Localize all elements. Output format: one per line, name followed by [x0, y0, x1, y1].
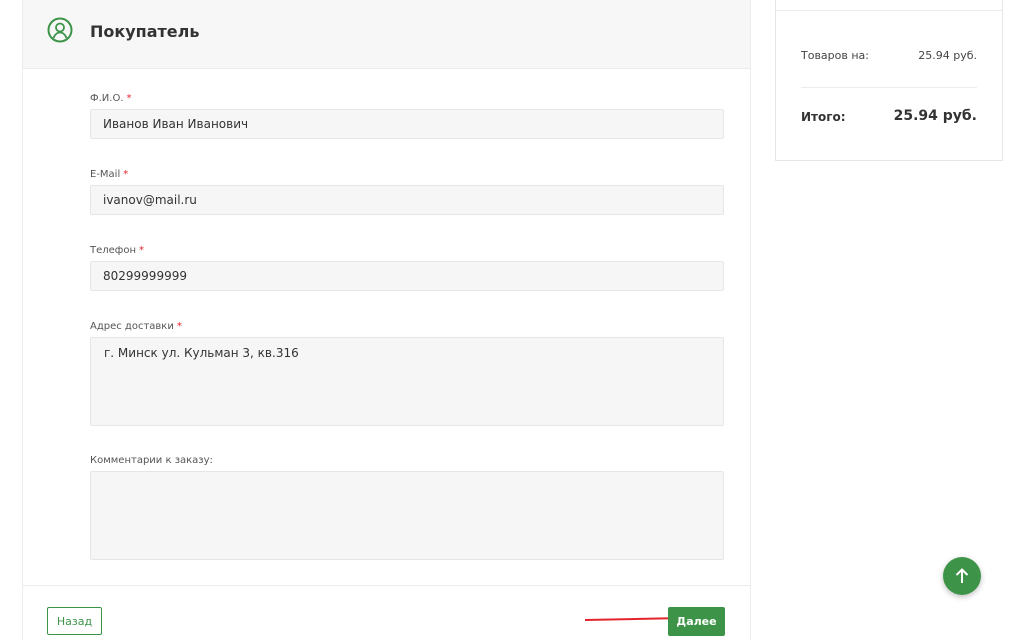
email-input[interactable] — [90, 185, 724, 215]
footer-divider — [23, 585, 750, 586]
required-mark: * — [176, 321, 182, 332]
goods-label: Товаров на: — [801, 49, 870, 62]
comment-textarea[interactable] — [90, 471, 724, 560]
next-button[interactable]: Далее — [668, 607, 725, 636]
required-mark: * — [123, 169, 129, 180]
required-mark: * — [139, 245, 145, 256]
phone-label: Телефон * — [90, 245, 145, 256]
page-title: Покупатель — [90, 22, 200, 41]
order-summary: Товаров на: 25.94 руб. Итого: 25.94 руб. — [775, 0, 1003, 161]
email-label: E-Mail * — [90, 169, 129, 180]
address-label: Адрес доставки * — [90, 321, 182, 332]
fio-input[interactable] — [90, 109, 724, 139]
buyer-card: Покупатель Ф.И.О.* E-Mail* Телефон* Адре… — [22, 0, 751, 640]
back-button[interactable]: Назад — [47, 607, 102, 635]
scroll-to-top-button[interactable] — [943, 557, 981, 595]
comment-label: Комментарии к заказу: — [90, 455, 213, 466]
total-label: Итого: — [801, 110, 846, 124]
arrow-up-icon — [955, 568, 969, 583]
summary-divider — [776, 10, 1002, 11]
address-textarea[interactable]: г. Минск ул. Кульман 3, кв.316 — [90, 337, 724, 426]
fio-label: Ф.И.О. * — [90, 93, 132, 104]
phone-input[interactable] — [90, 261, 724, 291]
user-outline-icon — [47, 17, 73, 43]
buyer-card-header: Покупатель — [23, 0, 750, 69]
total-value: 25.94 руб. — [893, 108, 977, 124]
goods-value: 25.94 руб. — [918, 49, 977, 62]
required-mark: * — [126, 93, 132, 104]
summary-divider — [801, 87, 977, 88]
